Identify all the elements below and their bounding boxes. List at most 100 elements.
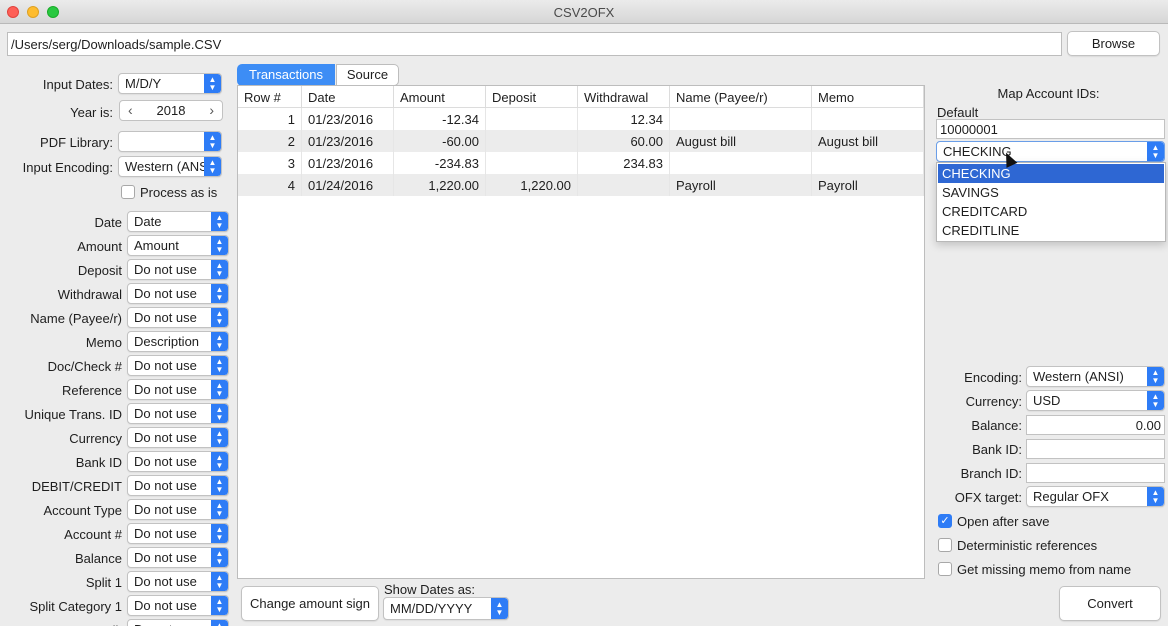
ofx-target-select[interactable]: Regular OFX ▲ ▼	[1026, 486, 1165, 507]
chevron-updown-icon: ▲▼	[211, 620, 228, 626]
mapping-select[interactable]: Do not use ▲▼	[127, 499, 229, 520]
table-cell[interactable]	[486, 152, 578, 174]
branch-id-field[interactable]	[1026, 463, 1165, 483]
mapping-select[interactable]: Do not use ▲▼	[127, 403, 229, 424]
dropdown-option-creditline[interactable]: CREDITLINE	[938, 221, 1164, 240]
mapping-select[interactable]: Do not use ▲▼	[127, 259, 229, 280]
chevron-updown-icon: ▲▼	[211, 476, 228, 495]
browse-button[interactable]: Browse	[1067, 31, 1160, 56]
table-cell[interactable]: 2	[238, 130, 302, 152]
open-after-save-checkbox[interactable]: ✓	[938, 514, 952, 528]
table-cell[interactable]: 01/23/2016	[302, 108, 394, 130]
balance-field[interactable]: 0.00	[1026, 415, 1165, 435]
dropdown-option-savings[interactable]: SAVINGS	[938, 183, 1164, 202]
account-type-select[interactable]: CHECKING ▲ ▼	[936, 141, 1165, 162]
mapping-select[interactable]: Date ▲ ▼	[127, 211, 229, 232]
tab-transactions[interactable]: Transactions	[237, 64, 335, 86]
title-bar: CSV2OFX	[0, 0, 1168, 24]
table-cell[interactable]: 01/24/2016	[302, 174, 394, 196]
mapping-select[interactable]: Do not use ▲▼	[127, 355, 229, 376]
table-cell[interactable]: -234.83	[394, 152, 486, 174]
dropdown-option-checking[interactable]: CHECKING	[938, 164, 1164, 183]
transactions-table[interactable]: Row # Date Amount Deposit Withdrawal Name (Pa…	[237, 85, 925, 579]
chevron-updown-icon: ▲▼	[211, 404, 228, 423]
column-header[interactable]: Date	[302, 86, 394, 108]
table-cell[interactable]: 60.00	[578, 130, 670, 152]
change-amount-sign-button[interactable]: Change amount sign	[241, 586, 379, 621]
table-cell[interactable]: 234.83	[578, 152, 670, 174]
currency-select[interactable]: USD ▲ ▼	[1026, 390, 1165, 411]
chevron-updown-icon: ▲▼	[211, 428, 228, 447]
mapping-value: Do not use	[134, 598, 197, 613]
account-type-dropdown[interactable]: CHECKING SAVINGS CREDITCARD CREDITLINE	[936, 162, 1166, 242]
mapping-select[interactable]: Do not use ▲▼	[127, 571, 229, 592]
mapping-value: Do not use	[134, 622, 197, 626]
table-cell[interactable]: Payroll	[670, 174, 812, 196]
column-header[interactable]: Amount	[394, 86, 486, 108]
table-cell[interactable]: 1,220.00	[486, 174, 578, 196]
mapping-value: Do not use	[134, 430, 197, 445]
encoding-select[interactable]: Western (ANSI) ▲ ▼	[1026, 366, 1165, 387]
column-header[interactable]: Memo	[812, 86, 924, 108]
table-cell[interactable]	[486, 130, 578, 152]
bank-id-field[interactable]	[1026, 439, 1165, 459]
table-cell[interactable]	[812, 152, 924, 174]
mapping-select[interactable]: Do not use ▲▼	[127, 451, 229, 472]
chevron-updown-icon: ▲▼	[211, 284, 228, 303]
file-path-field[interactable]: /Users/serg/Downloads/sample.CSV	[7, 32, 1062, 56]
table-cell[interactable]	[670, 108, 812, 130]
account-id-field[interactable]: 10000001	[936, 119, 1165, 139]
mapping-select[interactable]: Do not use ▲▼	[127, 547, 229, 568]
currency-value: USD	[1033, 393, 1061, 408]
table-cell[interactable]: -12.34	[394, 108, 486, 130]
input-encoding-select[interactable]: Western (ANS ▲ ▼	[118, 156, 222, 177]
column-header[interactable]: Deposit	[486, 86, 578, 108]
table-cell[interactable]: 3	[238, 152, 302, 174]
table-cell[interactable]	[812, 108, 924, 130]
table-cell[interactable]: August bill	[670, 130, 812, 152]
chevron-updown-icon: ▲▼	[211, 596, 228, 615]
table-cell[interactable]	[578, 174, 670, 196]
input-dates-value: M/D/Y	[125, 76, 162, 91]
year-stepper[interactable]: ‹ 2018 ›	[119, 100, 223, 121]
window-title: CSV2OFX	[553, 5, 615, 20]
table-cell[interactable]: Payroll	[812, 174, 924, 196]
input-encoding-label: Input Encoding:	[22, 160, 113, 175]
mapping-select[interactable]: Do not use ▲▼	[127, 595, 229, 616]
mapping-select[interactable]: Do not use ▲▼	[127, 379, 229, 400]
input-dates-select[interactable]: M/D/Y ▲ ▼	[118, 73, 222, 94]
table-cell[interactable]: 1	[238, 108, 302, 130]
pdf-library-select[interactable]: ▲ ▼	[118, 131, 222, 152]
show-dates-select[interactable]: MM/DD/YYYY ▲ ▼	[383, 597, 509, 620]
mapping-select[interactable]: Do not use ▲▼	[127, 283, 229, 304]
column-header[interactable]: Row #	[238, 86, 302, 108]
missing-memo-checkbox[interactable]	[938, 562, 952, 576]
chevron-updown-icon: ▲▼	[491, 598, 508, 619]
mapping-select[interactable]: Description ▲ ▼	[127, 331, 229, 352]
mapping-select[interactable]: Amount ▲ ▼	[127, 235, 229, 256]
table-cell[interactable]: 12.34	[578, 108, 670, 130]
table-cell[interactable]: 4	[238, 174, 302, 196]
table-cell[interactable]: 1,220.00	[394, 174, 486, 196]
process-as-is-label: Process as is	[140, 185, 218, 200]
chevron-right-icon[interactable]: ›	[209, 102, 214, 118]
dropdown-option-creditcard[interactable]: CREDITCARD	[938, 202, 1164, 221]
mapping-select[interactable]: Do not use ▲▼	[127, 307, 229, 328]
table-cell[interactable]	[670, 152, 812, 174]
convert-button[interactable]: Convert	[1059, 586, 1161, 621]
column-header[interactable]: Name (Payee/r)	[670, 86, 812, 108]
mapping-select[interactable]: Do not use ▲▼	[127, 427, 229, 448]
process-as-is-checkbox[interactable]	[121, 185, 135, 199]
mapping-select[interactable]: Do not use ▲▼	[127, 619, 229, 626]
mapping-select[interactable]: Do not use ▲▼	[127, 475, 229, 496]
mapping-select[interactable]: Do not use ▲▼	[127, 523, 229, 544]
tab-source[interactable]: Source	[336, 64, 399, 86]
table-cell[interactable]: August bill	[812, 130, 924, 152]
deterministic-references-checkbox[interactable]	[938, 538, 952, 552]
table-cell[interactable]: -60.00	[394, 130, 486, 152]
chevron-updown-icon: ▲▼	[211, 572, 228, 591]
column-header[interactable]: Withdrawal	[578, 86, 670, 108]
table-cell[interactable]: 01/23/2016	[302, 130, 394, 152]
table-cell[interactable]	[486, 108, 578, 130]
table-cell[interactable]: 01/23/2016	[302, 152, 394, 174]
